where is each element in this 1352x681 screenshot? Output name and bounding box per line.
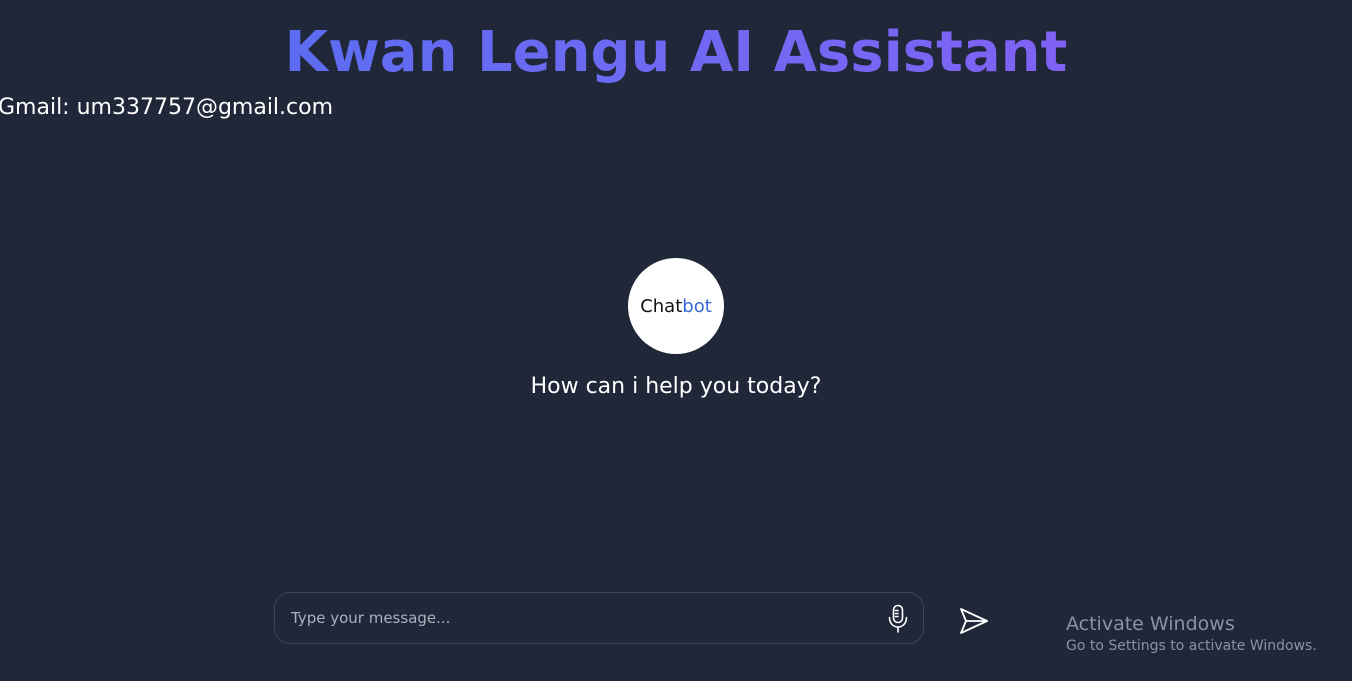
greeting-text: How can i help you today? xyxy=(530,374,822,399)
send-button[interactable] xyxy=(956,604,992,638)
watermark-title: Activate Windows xyxy=(1066,613,1235,635)
page-title: Kwan Lengu AI Assistant xyxy=(0,18,1352,88)
contact-email: Gmail: um337757@gmail.com xyxy=(0,95,334,120)
microphone-button[interactable] xyxy=(883,603,913,635)
avatar-label-bot: bot xyxy=(682,295,712,317)
windows-activation-watermark: Activate Windows Go to Settings to activ… xyxy=(1066,612,1317,656)
message-input[interactable] xyxy=(291,593,851,643)
message-composer xyxy=(274,592,924,644)
watermark-subtitle: Go to Settings to activate Windows. xyxy=(1066,638,1317,654)
send-icon xyxy=(960,608,988,634)
avatar-label-chat: Chat xyxy=(640,295,683,317)
chatbot-avatar: Chat bot xyxy=(628,258,724,354)
microphone-icon xyxy=(888,604,908,633)
